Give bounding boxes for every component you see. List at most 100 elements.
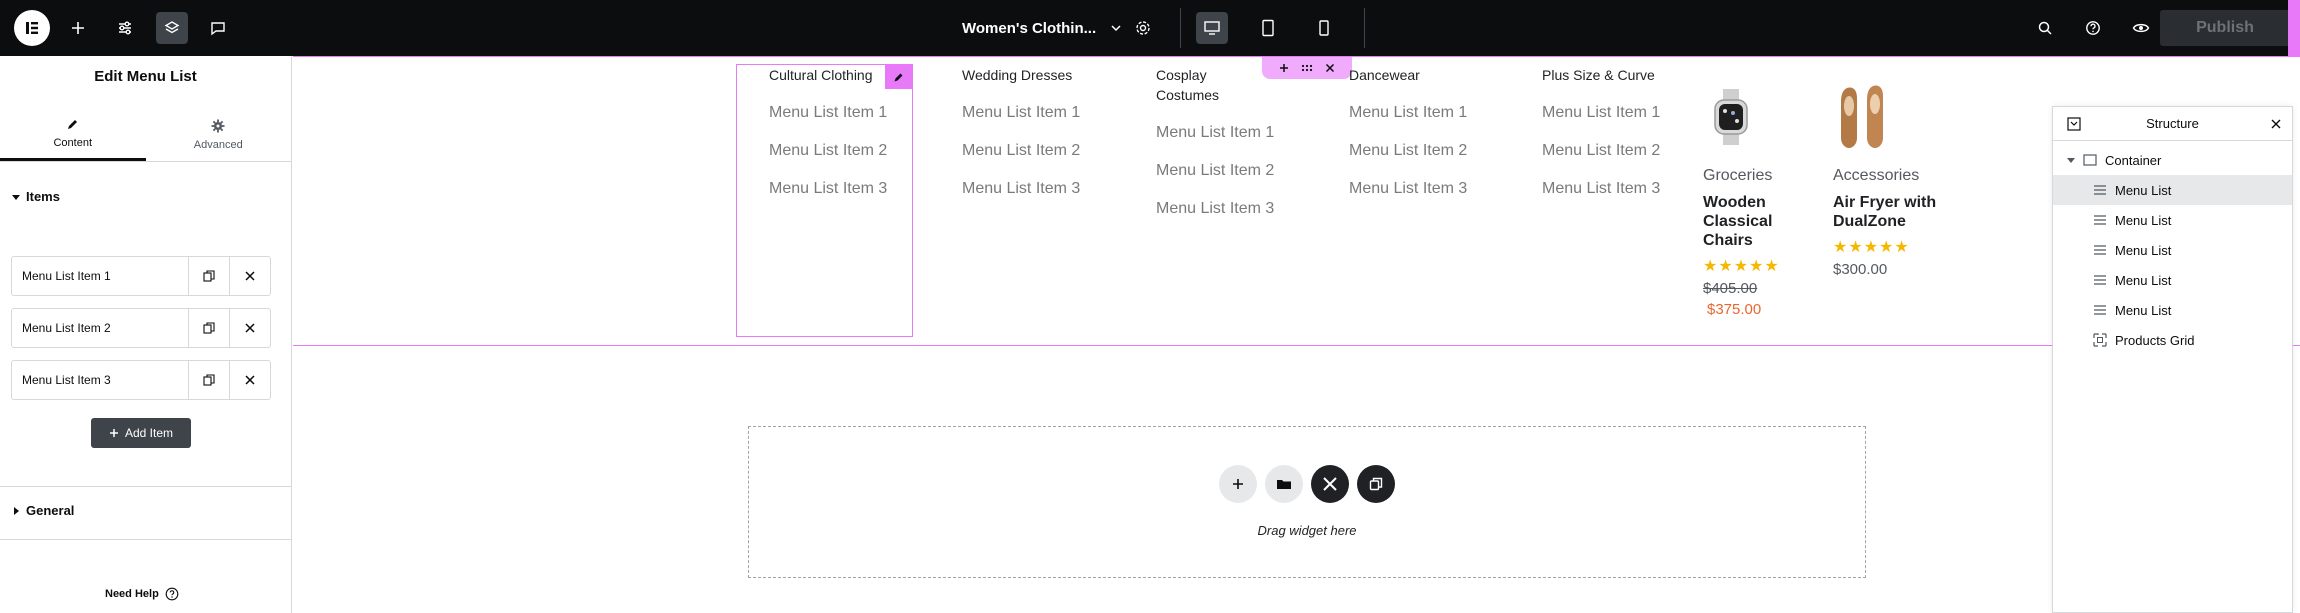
structure-item-menu-list[interactable]: Menu List	[2053, 295, 2292, 325]
desktop-view-icon[interactable]	[1196, 12, 1228, 44]
drag-handle-icon[interactable]	[1298, 59, 1316, 77]
add-item-button[interactable]: Add Item	[91, 418, 191, 448]
duplicate-icon[interactable]	[188, 361, 229, 399]
tab-advanced[interactable]: Advanced	[146, 108, 292, 161]
divider	[0, 539, 292, 540]
general-section-label: General	[26, 503, 75, 518]
product-card[interactable]: Accessories Air Fryer with DualZone ★★★★…	[1833, 81, 1953, 278]
collapse-all-icon[interactable]	[2067, 117, 2081, 131]
menu-list-widget[interactable]: Dancewear Menu List Item 1 Menu List Ite…	[1349, 65, 1469, 200]
product-card[interactable]: Groceries Wooden Classical Chairs ★★★★★ …	[1703, 81, 1813, 318]
menu-list-item[interactable]: Menu List Item 2	[1156, 159, 1276, 182]
container-icon	[2083, 154, 2097, 166]
container-handle	[1262, 57, 1352, 79]
publish-options-button[interactable]	[2288, 0, 2300, 56]
menu-list-widget[interactable]: Plus Size & Curve Menu List Item 1 Menu …	[1542, 65, 1672, 200]
editor-panel: Edit Menu List Content Advanced Items Me…	[0, 56, 292, 613]
drop-zone-actions	[749, 465, 1865, 503]
structure-item-label: Products Grid	[2115, 332, 2195, 348]
add-container-plus-icon[interactable]	[1275, 59, 1293, 77]
menu-list-widget[interactable]: Wedding Dresses Menu List Item 1 Menu Li…	[962, 65, 1142, 200]
repeater-item-label[interactable]: Menu List Item 1	[12, 257, 188, 295]
caret-right-icon	[14, 506, 19, 515]
repeater-item-label[interactable]: Menu List Item 2	[12, 309, 188, 347]
duplicate-icon[interactable]	[188, 309, 229, 347]
structure-item-menu-list[interactable]: Menu List	[2053, 265, 2292, 295]
search-icon[interactable]	[2029, 12, 2061, 44]
menu-list-item[interactable]: Menu List Item 1	[962, 101, 1082, 124]
items-section-toggle[interactable]: Items	[12, 189, 60, 204]
menu-list-widget[interactable]: Cosplay Costumes Menu List Item 1 Menu L…	[1156, 65, 1276, 220]
remove-icon[interactable]	[229, 257, 270, 295]
structure-item-label: Menu List	[2115, 302, 2172, 318]
close-icon[interactable]	[2270, 118, 2282, 130]
container-section[interactable]: Cultural Clothing Menu List Item 1 Menu …	[293, 56, 2300, 346]
tablet-view-icon[interactable]	[1252, 12, 1284, 44]
help-icon	[165, 587, 179, 601]
structure-item-menu-list[interactable]: Menu List	[2053, 175, 2292, 205]
duplicate-icon[interactable]	[188, 257, 229, 295]
menu-list-item[interactable]: Menu List Item 2	[1349, 139, 1469, 162]
product-name[interactable]: Air Fryer with DualZone	[1833, 193, 1953, 231]
mobile-view-icon[interactable]	[1308, 12, 1340, 44]
layers-icon[interactable]	[156, 12, 188, 44]
shoes-image-icon	[1841, 85, 1883, 148]
repeater-item-label[interactable]: Menu List Item 3	[12, 361, 188, 399]
structure-item-container[interactable]: Container	[2053, 145, 2292, 175]
preview-eye-icon[interactable]	[2125, 12, 2157, 44]
product-image[interactable]	[1833, 81, 1933, 153]
structure-item-menu-list[interactable]: Menu List	[2053, 205, 2292, 235]
add-section-plus-icon[interactable]	[1219, 465, 1257, 503]
structure-item-label: Menu List	[2115, 272, 2172, 288]
ai-x-icon[interactable]	[1311, 465, 1349, 503]
structure-panel: Structure Container Menu List Menu List …	[2052, 106, 2293, 613]
structure-item-menu-list[interactable]: Menu List	[2053, 235, 2292, 265]
tab-content[interactable]: Content	[0, 108, 146, 161]
remove-icon[interactable]	[229, 361, 270, 399]
product-name[interactable]: Wooden Classical Chairs	[1703, 193, 1813, 250]
menu-list-item[interactable]: Menu List Item 3	[962, 177, 1082, 200]
drop-zone[interactable]: Drag widget here	[748, 426, 1866, 578]
items-section-label: Items	[26, 189, 60, 204]
publish-button[interactable]: Publish	[2160, 10, 2290, 46]
site-settings-icon[interactable]	[109, 12, 141, 44]
structure-header: Structure	[2053, 107, 2292, 141]
structure-item-label: Menu List	[2115, 182, 2172, 198]
menu-list-item[interactable]: Menu List Item 1	[1349, 101, 1469, 124]
structure-item-label: Menu List	[2115, 212, 2172, 228]
document-title: Women's Clothin...	[962, 19, 1097, 37]
remove-icon[interactable]	[229, 309, 270, 347]
list-icon	[2094, 275, 2106, 285]
menu-list-item[interactable]: Menu List Item 1	[1542, 101, 1662, 124]
add-template-folder-icon[interactable]	[1265, 465, 1303, 503]
page-settings-gear-icon[interactable]	[1127, 12, 1159, 44]
add-element-icon[interactable]	[62, 12, 94, 44]
delete-container-close-icon[interactable]	[1321, 59, 1339, 77]
watch-image-icon	[1714, 89, 1748, 145]
need-help-link[interactable]: Need Help	[105, 587, 179, 601]
repeater-item: Menu List Item 2	[11, 308, 271, 348]
general-section-toggle[interactable]: General	[12, 503, 74, 518]
menu-list-item[interactable]: Menu List Item 3	[1542, 177, 1662, 200]
menu-list-item[interactable]: Menu List Item 3	[1156, 197, 1276, 220]
structure-item-label: Container	[2105, 152, 2162, 168]
structure-title: Structure	[2146, 116, 2199, 131]
rating-stars: ★★★★★	[1703, 258, 1780, 275]
help-icon[interactable]	[2077, 12, 2109, 44]
menu-list-item[interactable]: Menu List Item 2	[962, 139, 1082, 162]
menu-list-item[interactable]: Menu List Item 3	[1349, 177, 1469, 200]
list-icon	[2094, 185, 2106, 195]
product-image[interactable]	[1703, 81, 1803, 153]
product-old-price: $405.00	[1703, 280, 1758, 297]
menu-list-heading: Plus Size & Curve	[1542, 67, 1655, 83]
comments-icon[interactable]	[202, 12, 234, 44]
copy-paste-icon[interactable]	[1357, 465, 1395, 503]
edit-widget-pencil-icon[interactable]	[885, 65, 913, 89]
divider	[1180, 8, 1181, 48]
document-title-dropdown[interactable]: Women's Clothin...	[962, 0, 1122, 56]
rating-stars: ★★★★★	[1833, 239, 1910, 256]
menu-list-item[interactable]: Menu List Item 1	[1156, 121, 1276, 144]
elementor-logo-icon[interactable]	[14, 10, 50, 46]
menu-list-item[interactable]: Menu List Item 2	[1542, 139, 1662, 162]
structure-item-products-grid[interactable]: Products Grid	[2053, 325, 2292, 355]
